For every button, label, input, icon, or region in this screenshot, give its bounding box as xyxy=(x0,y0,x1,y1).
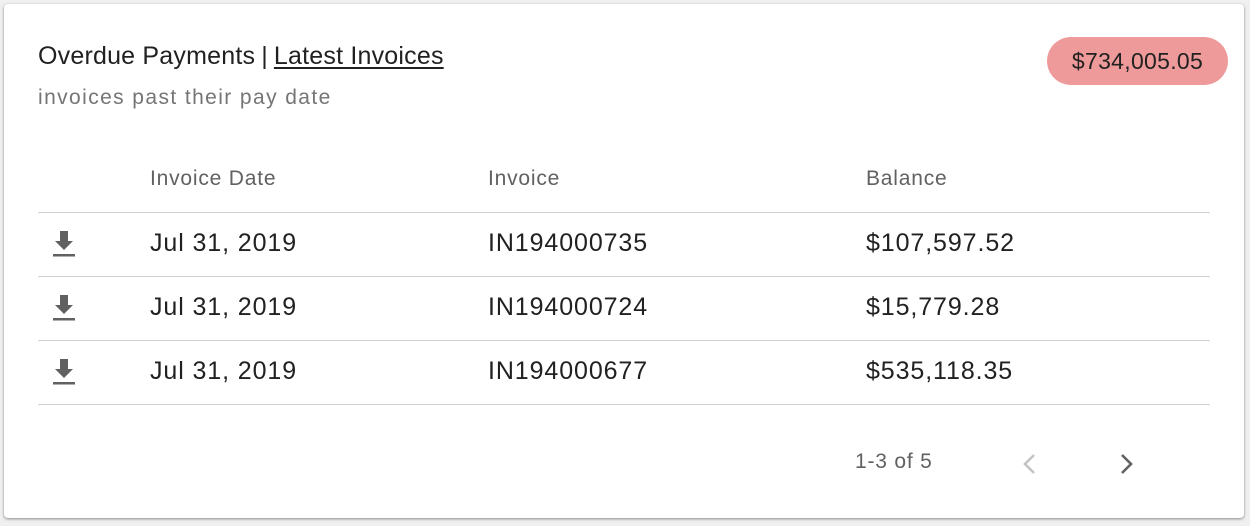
invoice-date-cell: Jul 31, 2019 xyxy=(150,293,298,321)
download-icon[interactable] xyxy=(51,229,77,259)
table-header: Invoice Date Invoice Balance xyxy=(38,149,1210,213)
latest-invoices-link[interactable]: Latest Invoices xyxy=(274,42,444,70)
download-icon[interactable] xyxy=(51,357,77,387)
previous-page-button[interactable] xyxy=(1014,448,1046,480)
table-row: Jul 31, 2019 IN194000735 $107,597.52 xyxy=(38,213,1210,277)
column-header-balance: Balance xyxy=(866,167,948,190)
title-separator: | xyxy=(261,42,268,70)
table-row: Jul 31, 2019 IN194000724 $15,779.28 xyxy=(38,277,1210,341)
invoice-number-cell: IN194000677 xyxy=(488,357,649,385)
invoice-date-cell: Jul 31, 2019 xyxy=(150,229,298,257)
title-text: Overdue Payments xyxy=(38,42,256,70)
invoice-number-cell: IN194000724 xyxy=(488,293,649,321)
card-subtitle: invoices past their pay date xyxy=(38,86,332,109)
overdue-total-badge: $734,005.05 xyxy=(1047,37,1228,85)
invoices-table: Invoice Date Invoice Balance Jul 31, 201… xyxy=(38,149,1210,405)
balance-cell: $107,597.52 xyxy=(866,229,1015,257)
chevron-right-icon xyxy=(1121,454,1133,474)
card-title: Overdue Payments | Latest Invoices xyxy=(38,42,444,71)
invoice-number-cell: IN194000735 xyxy=(488,229,649,257)
column-header-invoice-date: Invoice Date xyxy=(150,167,277,190)
invoice-date-cell: Jul 31, 2019 xyxy=(150,357,298,385)
column-header-invoice: Invoice xyxy=(488,167,561,190)
pagination: 1-3 of 5 xyxy=(4,444,1244,484)
table-row: Jul 31, 2019 IN194000677 $535,118.35 xyxy=(38,341,1210,405)
chevron-left-icon xyxy=(1023,454,1035,474)
pagination-range: 1-3 of 5 xyxy=(855,450,933,473)
balance-cell: $15,779.28 xyxy=(866,293,1001,321)
next-page-button[interactable] xyxy=(1110,448,1142,480)
balance-cell: $535,118.35 xyxy=(866,357,1014,385)
overdue-payments-card: Overdue Payments | Latest Invoices invoice… xyxy=(4,4,1244,518)
download-icon[interactable] xyxy=(51,293,77,323)
